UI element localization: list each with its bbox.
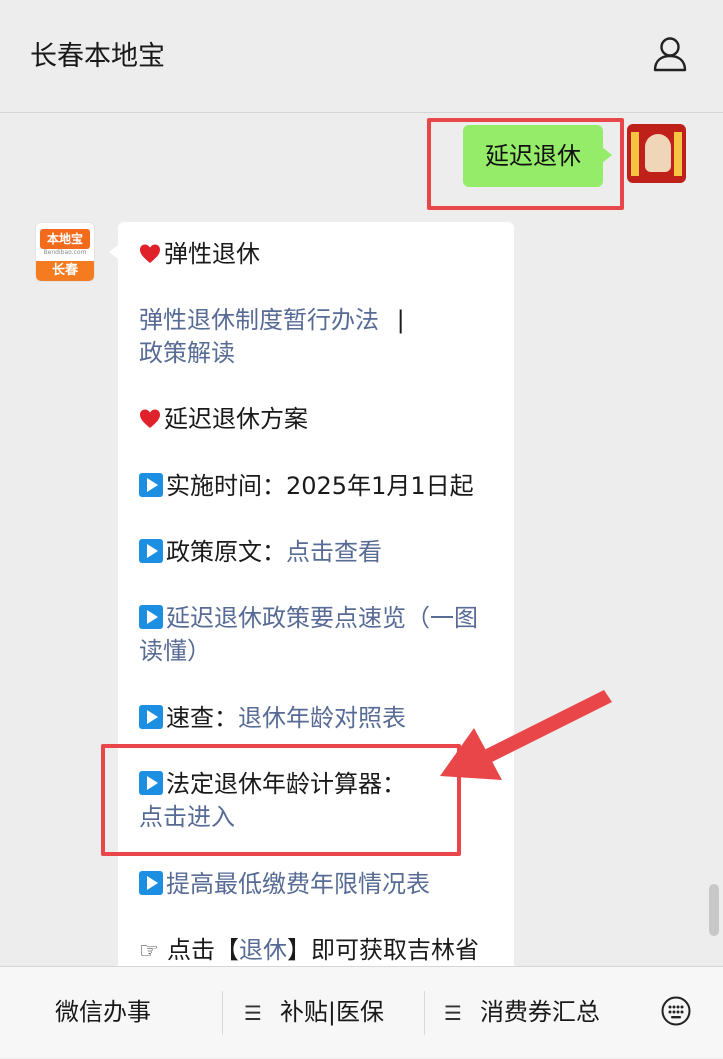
retirement-age-table-link[interactable]: 退休年龄对照表 (238, 704, 406, 732)
list-item: 提高最低缴费年限情况表 (139, 868, 430, 901)
heart-icon (140, 409, 160, 428)
chat-title: 长春本地宝 (30, 41, 165, 72)
policy-overview-link[interactable]: 延迟退休政策要点速览（一图 (166, 604, 478, 632)
pointing-hand-icon: ☞ (139, 939, 159, 964)
bottom-menu: 微信办事 ☰ 补贴|医保 ☰ 消费券汇总 (0, 966, 723, 1058)
scrollbar[interactable] (709, 884, 719, 936)
menu-item-voucher-summary[interactable]: ☰ 消费券汇总 (444, 967, 600, 1058)
play-icon (139, 473, 163, 497)
section-title: 弹性退休 (139, 238, 260, 271)
item-prefix: 点击【 (167, 936, 239, 964)
menu-item-label: 消费券汇总 (479, 998, 600, 1026)
item-suffix: 】即可获取吉林省 (287, 936, 479, 964)
hamburger-icon: ☰ (244, 1001, 262, 1025)
bendibao-logo: 本地宝 (40, 229, 90, 249)
chat-header: 长春本地宝 (0, 0, 723, 113)
min-contribution-table-link[interactable]: 提高最低缴费年限情况表 (166, 870, 430, 898)
list-item: 实施时间：2025年1月1日起 (139, 470, 474, 503)
keyboard-icon[interactable] (660, 995, 692, 1027)
policy-interpretation-link[interactable]: 政策解读 (139, 339, 235, 367)
city-label: 长春 (36, 261, 94, 281)
link-row: 弹性退休制度暂行办法 | (139, 304, 405, 337)
list-item: 速查：退休年龄对照表 (139, 702, 406, 735)
list-item: ☞ 点击【退休】即可获取吉林省 (139, 934, 479, 968)
menu-item-subsidy-medical[interactable]: ☰ 补贴|医保 (244, 967, 384, 1058)
menu-divider (424, 991, 425, 1035)
list-item-continued: 读懂） (139, 635, 211, 668)
incoming-message: 弹性退休 弹性退休制度暂行办法 | 政策解读 延迟退休方案 实施时间：2025年… (118, 222, 514, 982)
list-item: 延迟退休政策要点速览（一图 (139, 602, 478, 635)
logo-subtext: Bendibao.com (43, 249, 87, 256)
link-row: 政策解读 (139, 337, 235, 370)
section-title: 延迟退休方案 (139, 403, 308, 436)
menu-item-label: 补贴|医保 (279, 998, 385, 1026)
play-icon (139, 539, 163, 563)
menu-item-label: 微信办事 (55, 998, 151, 1026)
separator: | (396, 306, 405, 334)
policy-overview-link-cont[interactable]: 读懂） (139, 637, 211, 665)
play-icon (139, 705, 163, 729)
heart-icon (140, 244, 160, 263)
view-original-link[interactable]: 点击查看 (286, 538, 382, 566)
item-label: 速查： (166, 704, 238, 732)
avatar-figure (645, 134, 671, 172)
retirement-keyword-link[interactable]: 退休 (239, 936, 287, 964)
hamburger-icon: ☰ (444, 1001, 462, 1025)
user-avatar[interactable] (627, 124, 686, 183)
person-icon[interactable] (653, 36, 687, 72)
implementation-date: 实施时间：2025年1月1日起 (166, 472, 474, 500)
highlight-box (427, 118, 624, 210)
item-label: 政策原文： (166, 538, 286, 566)
play-icon (139, 605, 163, 629)
menu-divider (222, 991, 223, 1035)
section-title-text: 延迟退休方案 (164, 405, 308, 433)
avatar-decoration (674, 132, 682, 176)
avatar-decoration (631, 132, 639, 176)
menu-item-wechat-services[interactable]: 微信办事 (55, 967, 151, 1058)
play-icon (139, 871, 163, 895)
list-item: 政策原文：点击查看 (139, 536, 382, 569)
section-title-text: 弹性退休 (164, 240, 260, 268)
flexible-retirement-link[interactable]: 弹性退休制度暂行办法 (139, 306, 379, 334)
official-account-avatar[interactable]: 本地宝 Bendibao.com 长春 (35, 222, 95, 282)
highlight-box (101, 744, 461, 856)
